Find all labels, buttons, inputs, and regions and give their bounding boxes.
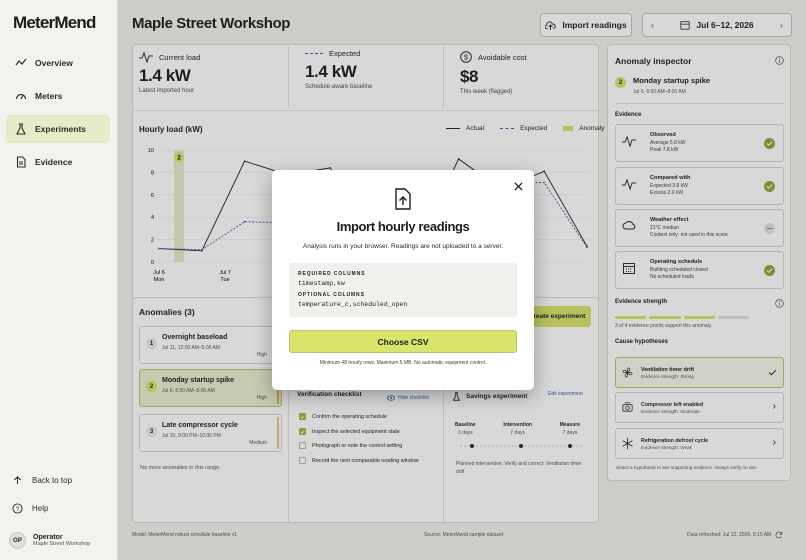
nav-evidence[interactable]: Evidence [6, 148, 110, 176]
help-icon: ? [12, 503, 23, 514]
column-spec: REQUIRED COLUMNS timestamp,kw OPTIONAL C… [289, 263, 517, 317]
modal-title: Import hourly readings [336, 219, 470, 234]
nav-experiments-label: Experiments [35, 124, 87, 134]
modal-note: Minimum 48 hourly rows. Maximum 5 MB. No… [319, 360, 487, 366]
user-name: Operator [33, 534, 63, 541]
nav-experiments[interactable]: Experiments [6, 115, 110, 143]
required-columns: timestamp,kw [298, 280, 345, 287]
import-modal: Import hourly readings Analysis runs in … [272, 170, 534, 390]
svg-text:?: ? [16, 506, 20, 513]
nav-evidence-label: Evidence [35, 157, 73, 167]
nav-overview[interactable]: Overview [6, 49, 110, 77]
required-columns-label: REQUIRED COLUMNS [298, 271, 366, 277]
help-link[interactable]: ? Help [12, 503, 48, 514]
modal-subtitle: Analysis runs in your browser. Readings … [302, 243, 504, 250]
optional-columns: temperature_c,scheduled_open [298, 301, 408, 308]
arrow-up-icon [13, 476, 22, 485]
file-upload-icon [395, 188, 411, 210]
avatar: OP [9, 532, 26, 549]
user-site: Maple Street Workshop [33, 541, 91, 547]
gauge-icon [15, 93, 27, 100]
trend-icon [15, 58, 27, 66]
back-to-top-link[interactable]: Back to top [12, 475, 72, 486]
close-icon[interactable] [514, 182, 523, 191]
user-profile[interactable]: OP Operator Maple Street Workshop [9, 532, 90, 549]
flask-icon [16, 123, 26, 135]
nav-meters[interactable]: Meters [6, 82, 110, 110]
back-to-top-label: Back to top [32, 476, 73, 485]
document-icon [16, 156, 26, 168]
app-logo[interactable]: MeterMend [13, 13, 96, 33]
choose-csv-button[interactable]: Choose CSV [289, 330, 517, 353]
optional-columns-label: OPTIONAL COLUMNS [298, 292, 365, 298]
help-label: Help [32, 504, 49, 513]
nav-meters-label: Meters [35, 91, 63, 101]
nav-overview-label: Overview [35, 58, 73, 68]
